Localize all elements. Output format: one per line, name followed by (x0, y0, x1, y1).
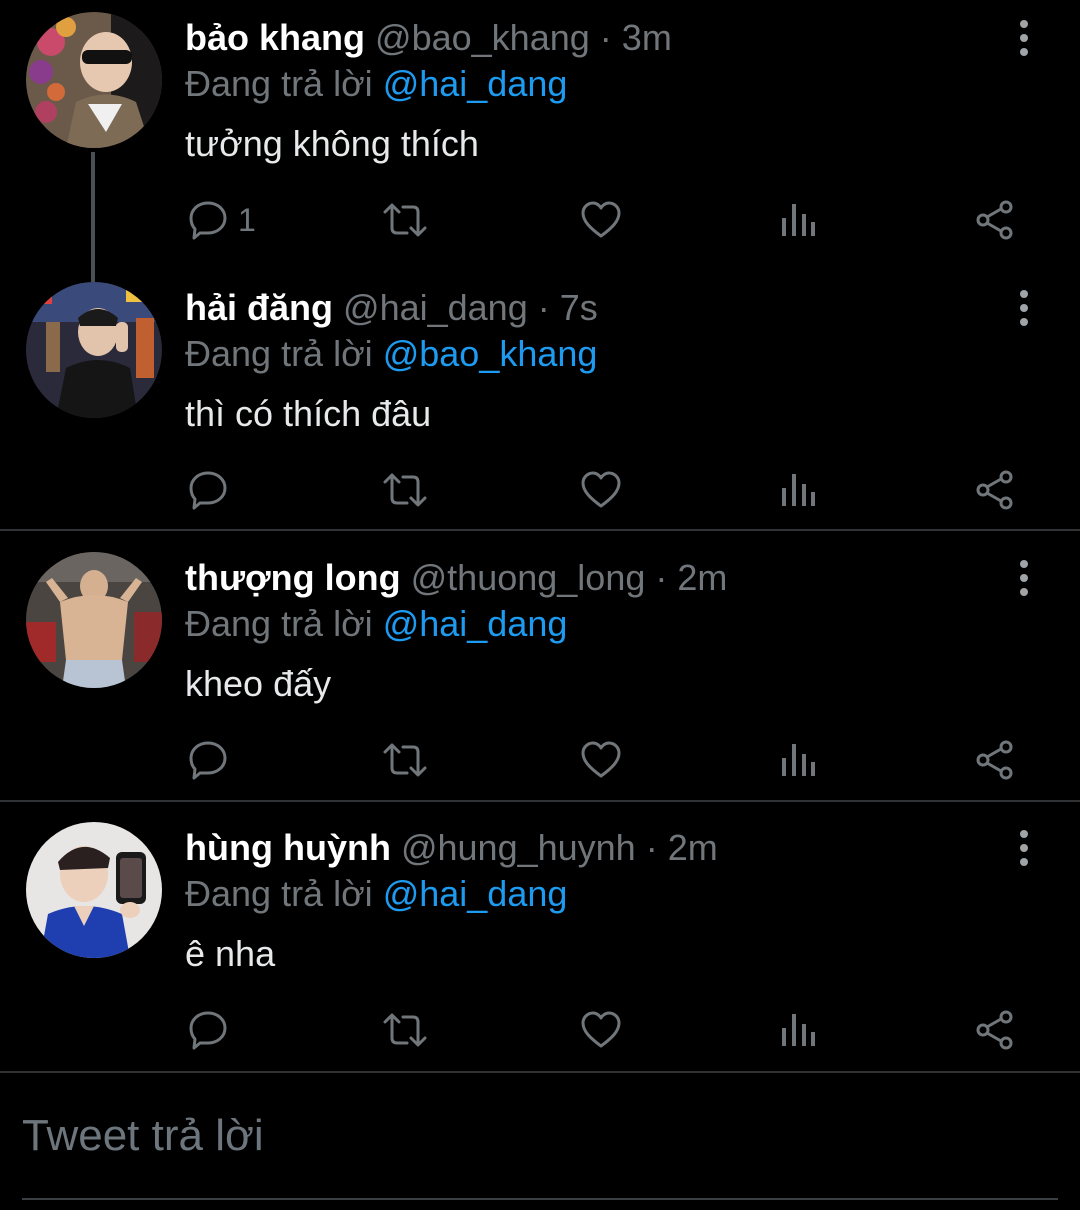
replying-to: Đang trả lời @hai_dang (185, 870, 567, 918)
tweet-actions (0, 455, 1080, 525)
retweet-button[interactable] (381, 455, 429, 525)
separator-dot: · (645, 827, 658, 868)
retweet-icon (383, 743, 427, 777)
avatar[interactable] (26, 282, 162, 418)
tweet-header: hùng huỳnh @hung_huynh · 2m (185, 824, 718, 872)
views-button[interactable] (778, 455, 818, 525)
heart-icon (581, 201, 621, 238)
more-options-button[interactable] (1004, 558, 1044, 598)
tweet-header: bảo khang @bao_khang · 3m (185, 14, 672, 62)
separator-dot: · (655, 557, 668, 598)
timestamp[interactable]: 7s (560, 287, 598, 328)
tweet-text: ê nha (185, 933, 276, 974)
more-vertical-icon (1020, 560, 1028, 596)
separator-dot: · (599, 17, 612, 58)
tweet-actions (0, 725, 1080, 795)
views-button[interactable] (778, 725, 818, 795)
views-icon (782, 474, 815, 506)
reply-icon (189, 201, 227, 240)
separator-dot: · (537, 287, 550, 328)
timestamp[interactable]: 2m (668, 827, 718, 868)
tweet-actions: 1 (0, 185, 1080, 255)
reply-icon (189, 471, 227, 510)
avatar[interactable] (26, 12, 162, 148)
mention-link[interactable]: @bao_khang (383, 333, 598, 374)
views-icon (782, 204, 815, 236)
more-options-button[interactable] (1004, 18, 1044, 58)
reply-button[interactable] (186, 995, 238, 1065)
display-name[interactable]: hải đăng (185, 287, 333, 328)
tweet-text: thì có thích đâu (185, 393, 432, 434)
user-handle[interactable]: @hung_huynh (401, 827, 636, 868)
replying-prefix: Đang trả lời (185, 333, 373, 374)
share-button[interactable] (974, 725, 1016, 795)
reply-button[interactable] (186, 725, 238, 795)
replying-prefix: Đang trả lời (185, 63, 373, 104)
tweet-text: tưởng không thích (185, 123, 479, 164)
tweet-header: thượng long @thuong_long · 2m (185, 554, 727, 602)
share-icon (976, 1010, 1013, 1050)
mention-link[interactable]: @hai_dang (383, 63, 568, 104)
like-button[interactable] (580, 185, 622, 255)
retweet-icon (383, 203, 427, 237)
reply-button[interactable]: 1 (186, 185, 256, 255)
share-button[interactable] (974, 185, 1016, 255)
tweet-actions (0, 995, 1080, 1065)
replying-to: Đang trả lời @hai_dang (185, 600, 567, 648)
reply-icon (189, 1011, 227, 1050)
tweet-header: hải đăng @hai_dang · 7s (185, 284, 598, 332)
tweet-divider (0, 529, 1080, 531)
display-name[interactable]: thượng long (185, 557, 401, 598)
replying-prefix: Đang trả lời (185, 873, 373, 914)
like-button[interactable] (580, 725, 622, 795)
more-options-button[interactable] (1004, 288, 1044, 328)
retweet-button[interactable] (381, 725, 429, 795)
replying-prefix: Đang trả lời (185, 603, 373, 644)
share-icon (976, 470, 1013, 510)
share-icon (976, 200, 1013, 240)
display-name[interactable]: hùng huỳnh (185, 827, 391, 868)
more-vertical-icon (1020, 20, 1028, 56)
more-vertical-icon (1020, 830, 1028, 866)
views-button[interactable] (778, 995, 818, 1065)
share-button[interactable] (974, 455, 1016, 525)
reply-button[interactable] (186, 455, 238, 525)
heart-icon (581, 741, 621, 778)
reply-count: 1 (238, 201, 256, 238)
avatar[interactable] (26, 822, 162, 958)
reply-icon (189, 741, 227, 780)
tweet-text: kheo đấy (185, 663, 332, 704)
retweet-icon (383, 1013, 427, 1047)
tweet-divider (0, 800, 1080, 802)
user-handle[interactable]: @thuong_long (411, 557, 646, 598)
user-handle[interactable]: @hai_dang (343, 287, 528, 328)
share-button[interactable] (974, 995, 1016, 1065)
mention-link[interactable]: @hai_dang (383, 603, 568, 644)
retweet-icon (383, 473, 427, 507)
like-button[interactable] (580, 455, 622, 525)
avatar[interactable] (26, 552, 162, 688)
heart-icon (581, 471, 621, 508)
mention-link[interactable]: @hai_dang (383, 873, 568, 914)
views-button[interactable] (778, 185, 818, 255)
replying-to: Đang trả lời @hai_dang (185, 60, 567, 108)
reply-input[interactable]: Tweet trả lời (22, 1108, 264, 1164)
views-icon (782, 1014, 815, 1046)
more-vertical-icon (1020, 290, 1028, 326)
timestamp[interactable]: 2m (677, 557, 727, 598)
more-options-button[interactable] (1004, 828, 1044, 868)
retweet-button[interactable] (381, 995, 429, 1065)
share-icon (976, 740, 1013, 780)
tweet-divider (0, 1071, 1080, 1073)
views-icon (782, 744, 815, 776)
timestamp[interactable]: 3m (622, 17, 672, 58)
display-name[interactable]: bảo khang (185, 17, 365, 58)
replying-to: Đang trả lời @bao_khang (185, 330, 597, 378)
heart-icon (581, 1011, 621, 1048)
like-button[interactable] (580, 995, 622, 1065)
reply-input-underline (22, 1198, 1058, 1200)
retweet-button[interactable] (381, 185, 429, 255)
user-handle[interactable]: @bao_khang (375, 17, 590, 58)
